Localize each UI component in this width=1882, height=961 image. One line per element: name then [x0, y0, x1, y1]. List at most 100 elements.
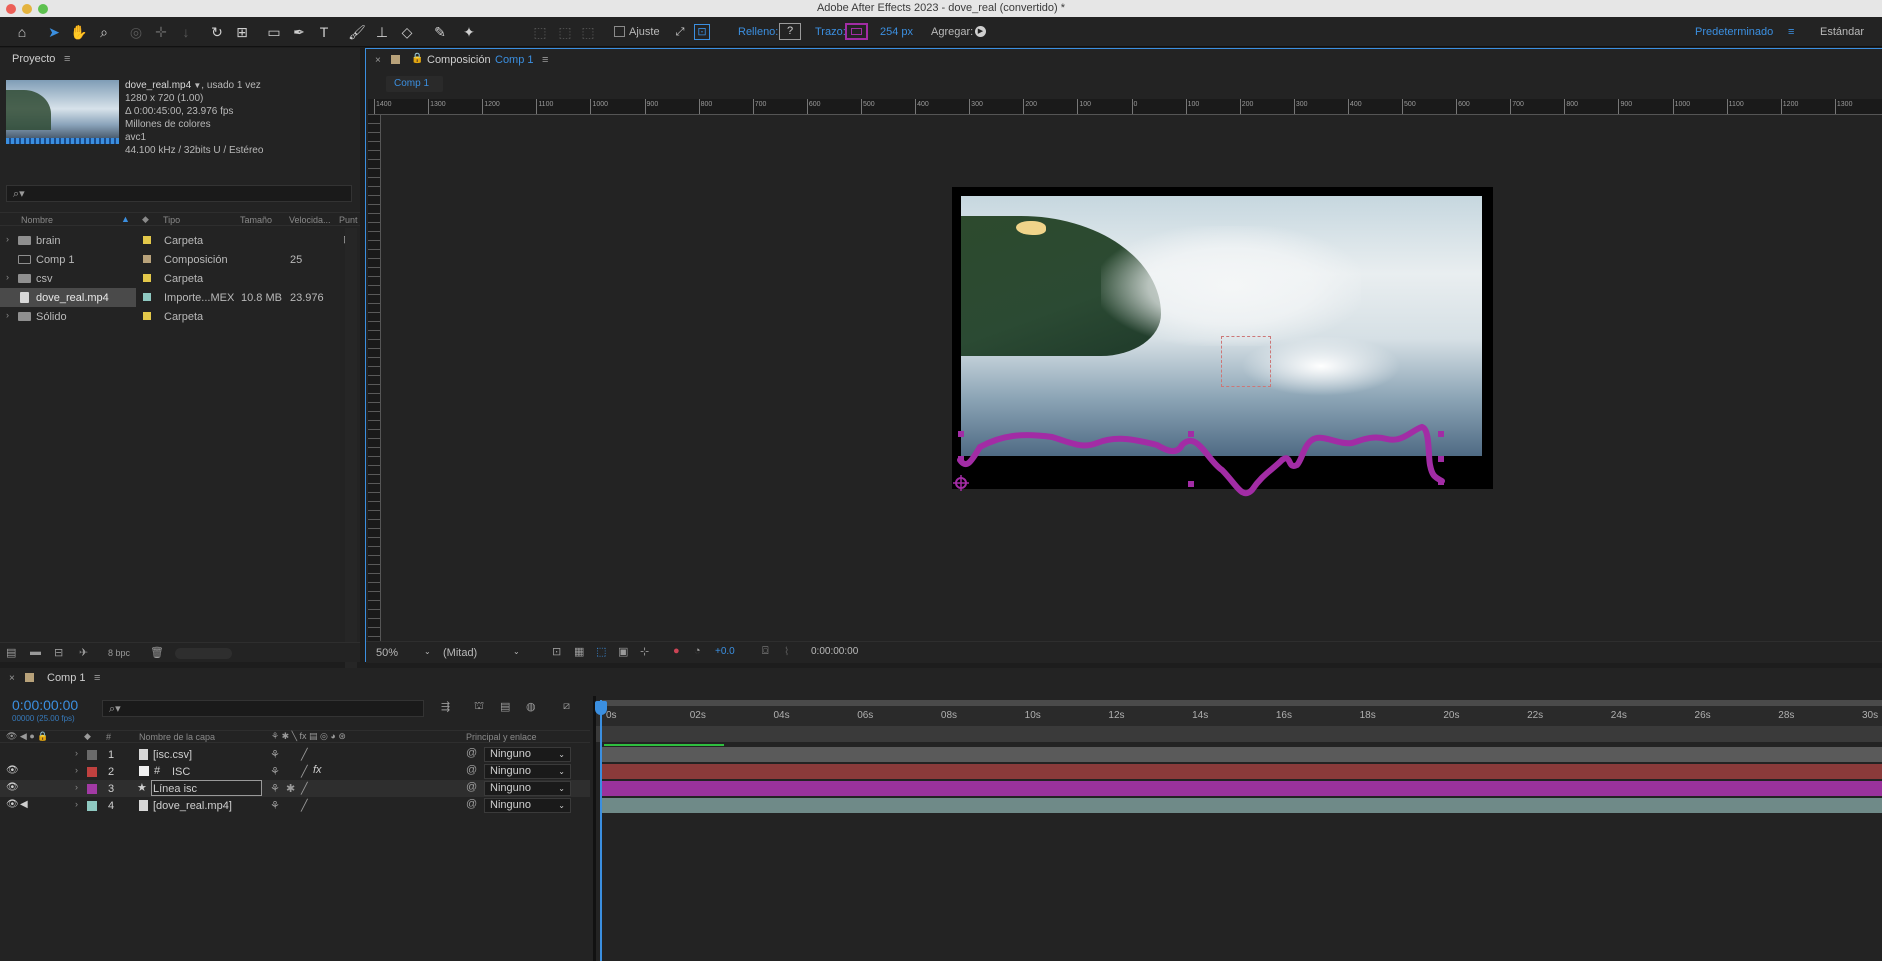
label-tag-icon[interactable]: ◆ — [84, 731, 91, 742]
home-icon[interactable]: ⌂ — [12, 22, 32, 42]
text-bounding-box[interactable] — [1221, 336, 1271, 387]
vertical-ruler[interactable] — [368, 115, 381, 641]
audio-speaker-icon[interactable]: ◀ — [20, 799, 28, 810]
visibility-eye-icon[interactable]: 👁 — [6, 765, 19, 776]
composition-viewer[interactable] — [382, 115, 1882, 641]
close-icon[interactable]: × — [375, 55, 381, 66]
orbit-camera-icon[interactable]: ◎ — [126, 22, 146, 42]
project-item-brain[interactable]: › brain Carpeta — [0, 231, 345, 250]
shy-switch-icon[interactable]: ⚘ — [270, 782, 280, 795]
expand-caret-icon[interactable]: › — [75, 765, 78, 775]
color-channels-icon[interactable]: ● — [673, 645, 680, 657]
col-rate[interactable]: Velocida... — [289, 215, 331, 225]
shy-switch-icon[interactable]: ⚘ — [270, 799, 280, 812]
expand-caret-icon[interactable]: › — [75, 782, 78, 792]
timeline-tab[interactable]: Comp 1 — [47, 672, 86, 684]
project-item-csv[interactable]: › csv Carpeta — [0, 269, 345, 288]
motion-blur-icon[interactable]: ◍ — [526, 700, 536, 713]
time-navigator[interactable] — [596, 726, 1882, 742]
fast-previews-icon[interactable]: ⊡ — [552, 645, 561, 658]
frame-blending-icon[interactable]: ▤ — [500, 700, 510, 713]
layer-bar-4[interactable] — [601, 798, 1882, 813]
mask-visibility-icon[interactable]: ⬚ — [596, 645, 606, 658]
expand-caret-icon[interactable]: › — [6, 272, 9, 282]
layer-row-2[interactable]: 👁 › 2 # ISC ⚘ ╱ fx @ Ninguno ⌄ — [0, 763, 590, 780]
interpret-footage-icon[interactable]: ▤ — [6, 646, 16, 659]
layer-row-4[interactable]: 👁 ◀ › 4 [dove_real.mp4] ⚘ ╱ @ Ninguno ⌄ — [0, 797, 590, 814]
layer-row-3[interactable]: 👁 › 3 ★ Línea isc ⚘ ✱ ╱ @ Ninguno ⌄ — [0, 780, 590, 797]
col-parent-link[interactable]: Principal y enlace — [466, 732, 537, 742]
layer-bar-3[interactable] — [601, 781, 1882, 796]
local-axis-icon[interactable]: ⬚ — [530, 22, 550, 42]
project-scrollbar[interactable] — [345, 228, 357, 678]
resolution-select[interactable]: (Mitad) ⌄ — [439, 645, 523, 661]
parent-select[interactable]: Ninguno ⌄ — [484, 764, 571, 779]
trash-icon[interactable]: 🗑 — [150, 646, 164, 659]
col-size[interactable]: Tamaño — [240, 215, 272, 225]
label-tag-icon[interactable]: ◆ — [142, 214, 149, 225]
composition-menu-icon[interactable]: ≡ — [542, 54, 548, 66]
sort-ascending-icon[interactable]: ▲ — [121, 214, 130, 224]
layer-bar-2[interactable] — [601, 764, 1882, 779]
visibility-eye-icon[interactable]: 👁 — [6, 799, 19, 810]
region-of-interest-icon[interactable]: ▣ — [618, 645, 628, 658]
effects-fx-icon[interactable]: fx — [313, 764, 322, 776]
comp-flowchart-icon[interactable]: ⇶ — [441, 700, 450, 713]
label-color[interactable] — [143, 274, 151, 282]
puppet-tool-icon[interactable]: ✦ — [459, 22, 479, 42]
project-search-input[interactable]: ⌕▾ — [6, 185, 352, 202]
new-folder-icon[interactable]: ▬ — [30, 646, 41, 658]
layer-label-color[interactable] — [87, 750, 97, 760]
col-name[interactable]: Nombre — [21, 215, 53, 225]
rotation-tool-icon[interactable]: ↻ — [207, 22, 227, 42]
thumbnail-scale-slider[interactable] — [175, 648, 232, 659]
close-icon[interactable]: × — [9, 673, 15, 684]
timeline-menu-icon[interactable]: ≡ — [94, 672, 100, 684]
timeline-timecode[interactable]: 0:00:00:00 — [12, 697, 78, 713]
label-color[interactable] — [143, 236, 151, 244]
quality-switch-icon[interactable]: ╱ — [301, 782, 308, 795]
transparency-grid-icon[interactable]: ▦ — [574, 645, 584, 658]
playhead-line[interactable] — [600, 700, 602, 961]
project-item-solido[interactable]: › Sólido Carpeta — [0, 307, 345, 326]
world-axis-icon[interactable]: ⬚ — [555, 22, 575, 42]
hand-tool-icon[interactable]: ✋ — [69, 22, 89, 42]
shy-switch-icon[interactable]: ⚘ — [270, 765, 280, 778]
workspace-default[interactable]: Predeterminado — [1695, 26, 1773, 38]
project-menu-icon[interactable]: ≡ — [64, 53, 70, 65]
fill-swatch[interactable]: ? — [779, 23, 801, 40]
snap-checkbox[interactable] — [614, 26, 625, 37]
layer-row-1[interactable]: › 1 [isc.csv] ⚘ ╱ @ Ninguno ⌄ — [0, 746, 590, 763]
current-time-display[interactable]: 0:00:00:00 — [811, 646, 858, 657]
exposure-value[interactable]: +0.0 — [715, 646, 735, 657]
stroke-swatch[interactable] — [845, 23, 868, 40]
parent-select[interactable]: Ninguno ⌄ — [484, 781, 571, 796]
shy-layers-icon[interactable]: ⛫ — [474, 700, 484, 714]
timeline-search-input[interactable]: ⌕▾ — [102, 700, 424, 717]
col-layer-name[interactable]: Nombre de la capa — [139, 732, 215, 742]
lock-icon[interactable]: 🔒 — [411, 53, 423, 64]
new-composition-icon[interactable]: ⊟ — [54, 646, 63, 659]
shy-switch-icon[interactable]: ⚘ — [270, 748, 280, 761]
grid-guides-icon[interactable]: ⊹ — [640, 645, 649, 658]
pan-camera-icon[interactable]: ✛ — [151, 22, 171, 42]
parent-select[interactable]: Ninguno ⌄ — [484, 747, 571, 762]
pick-whip-icon[interactable]: @ — [466, 764, 477, 776]
line-isc-path[interactable] — [942, 415, 1517, 505]
parent-select[interactable]: Ninguno ⌄ — [484, 798, 571, 813]
pick-whip-icon[interactable]: @ — [466, 781, 477, 793]
workspace-menu-icon[interactable]: ≡ — [1788, 26, 1794, 38]
project-item-comp1[interactable]: Comp 1 Composición 25 — [0, 250, 345, 269]
brush-tool-icon[interactable]: 🖌 — [347, 22, 367, 42]
snap-target-icon[interactable]: ⊡ — [694, 24, 710, 40]
comp-tab-comp1[interactable]: Comp 1 — [386, 76, 443, 92]
label-color[interactable] — [143, 312, 151, 320]
snapshot-camera-icon[interactable]: ⌼ — [762, 645, 769, 658]
snap-options-icon[interactable]: ⤢ — [670, 22, 690, 42]
layer-label-color[interactable] — [87, 784, 97, 794]
project-tab[interactable]: Proyecto — [12, 53, 55, 65]
visibility-eye-icon[interactable]: 👁 — [6, 782, 19, 793]
workspace-standard[interactable]: Estándar — [1820, 26, 1864, 38]
type-tool-icon[interactable]: T — [314, 22, 334, 42]
horizontal-ruler[interactable]: 1400 1300 1200 1100 1000 900 800 700 600 500 400 30… — [368, 99, 1882, 115]
